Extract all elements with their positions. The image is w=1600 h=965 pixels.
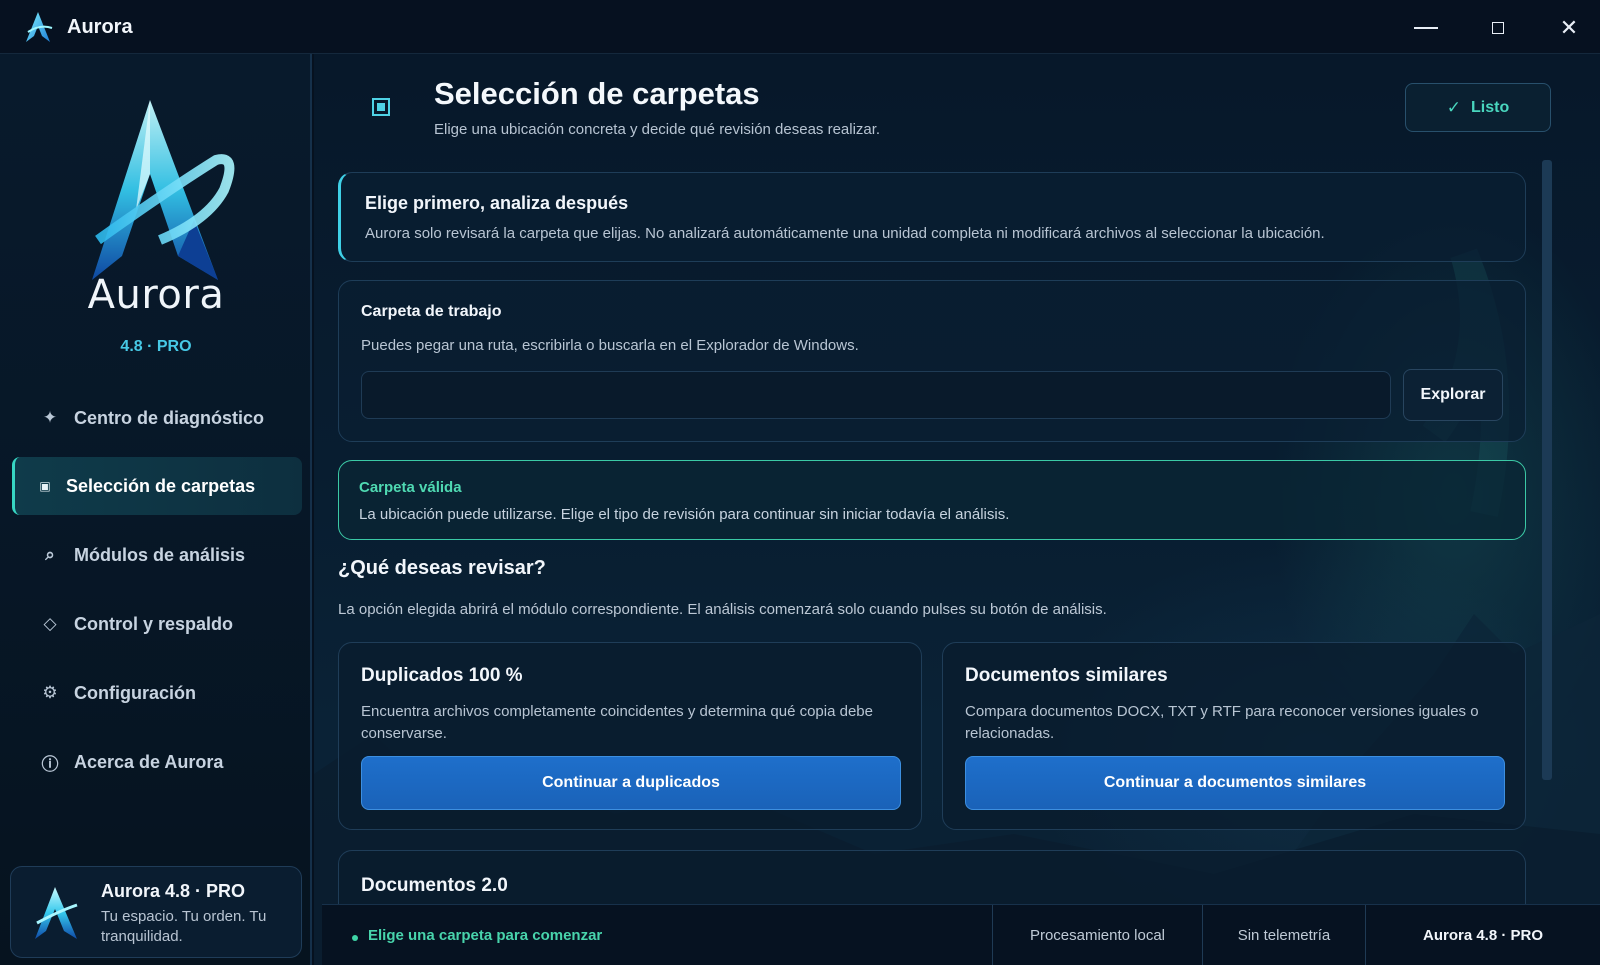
sidebar-item-label: Control y respaldo: [74, 613, 234, 634]
gear-icon: ⚙: [42, 683, 58, 702]
validation-text: La ubicación puede utilizarse. Elige el …: [359, 506, 1010, 523]
check-icon: ✓: [1446, 97, 1462, 117]
option-title: Duplicados 100 %: [361, 665, 523, 686]
maximize-icon: [1492, 22, 1504, 34]
minimize-icon: [1414, 27, 1438, 29]
done-button-label: Listo: [1471, 98, 1510, 116]
validation-title: Carpeta válida: [359, 479, 462, 496]
scrollbar[interactable]: [1542, 160, 1552, 780]
review-help: La opción elegida abrirá el módulo corre…: [338, 601, 1107, 618]
info-text: Aurora solo revisará la carpeta que elij…: [365, 225, 1325, 242]
folder-label: Carpeta de trabajo: [361, 303, 502, 320]
close-button[interactable]: ✕: [1549, 12, 1589, 44]
validation-panel: Carpeta válida La ubicación puede utiliz…: [338, 460, 1526, 540]
info-icon: ⓘ: [41, 754, 59, 774]
sidebar-item-control[interactable]: ◇ Control y respaldo: [12, 595, 302, 653]
sidebar-item-configuracion[interactable]: ⚙ Configuración: [12, 664, 302, 722]
browse-button[interactable]: Explorar: [1403, 369, 1503, 421]
sidebar-item-seleccion-carpetas[interactable]: ▣ Selección de carpetas: [12, 457, 302, 515]
page-title: Selección de carpetas: [434, 76, 760, 111]
sidebar-version: 4.8 · PRO: [120, 338, 192, 355]
option-title: Documentos 2.0: [361, 875, 508, 896]
search-icon: ⌕: [45, 545, 55, 564]
minimize-button[interactable]: [1406, 12, 1446, 44]
maximize-button[interactable]: [1478, 12, 1518, 44]
page-header-icon: [372, 98, 390, 116]
continue-duplicados-button[interactable]: Continuar a duplicados: [361, 756, 901, 810]
status-version: Aurora 4.8 · PRO: [1365, 905, 1600, 965]
review-question: ¿Qué deseas revisar?: [338, 557, 546, 579]
status-dot-icon: [352, 935, 358, 941]
aurora-logo-icon: [26, 12, 53, 42]
sidebar-item-label: Acerca de Aurora: [74, 751, 224, 772]
main-content: Selección de carpetas Elige una ubicació…: [314, 54, 1600, 965]
sidebar-item-label: Centro de diagnóstico: [74, 407, 265, 428]
info-title: Elige primero, analiza después: [365, 193, 629, 213]
done-button[interactable]: ✓ Listo: [1405, 83, 1551, 132]
close-icon: ✕: [1559, 15, 1579, 40]
diamond-icon: ◇: [43, 614, 57, 633]
product-card-title: Aurora 4.8 · PRO: [101, 881, 246, 901]
folder-square-icon: ▣: [39, 479, 51, 493]
option-card-documentos-similares: Documentos similares Compara documentos …: [942, 642, 1526, 830]
sidebar-item-diagnostico[interactable]: ✦ Centro de diagnóstico: [12, 389, 302, 447]
sparkle-icon: ✦: [42, 408, 58, 427]
option-description: Encuentra archivos completamente coincid…: [361, 703, 873, 742]
info-panel: Elige primero, analiza después Aurora so…: [338, 172, 1526, 262]
status-bar: Elige una carpeta para comenzar Procesam…: [322, 904, 1600, 965]
sidebar-item-modulos[interactable]: ⌕ Módulos de análisis: [12, 526, 302, 584]
folder-panel: Carpeta de trabajo Puedes pegar una ruta…: [338, 280, 1526, 442]
continue-documentos-similares-button[interactable]: Continuar a documentos similares: [965, 756, 1505, 810]
status-no-telemetry: Sin telemetría: [1202, 905, 1365, 965]
aurora-logo-large-icon: [92, 100, 235, 280]
title-bar: Aurora ✕: [0, 0, 1600, 54]
sidebar-brand: Aurora: [87, 272, 225, 318]
option-title: Documentos similares: [965, 665, 1168, 686]
product-card-subtitle: Tu espacio. Tu orden. Tu tranquilidad.: [101, 908, 267, 945]
status-local-processing: Procesamiento local: [992, 905, 1202, 965]
sidebar-item-label: Selección de carpetas: [66, 475, 256, 496]
sidebar-item-label: Módulos de análisis: [74, 544, 246, 565]
sidebar-item-label: Configuración: [74, 682, 196, 703]
status-message: Elige una carpeta para comenzar: [368, 927, 603, 944]
option-card-duplicados: Duplicados 100 % Encuentra archivos comp…: [338, 642, 922, 830]
app-title: Aurora: [67, 16, 133, 38]
aurora-logo-small-icon: [35, 887, 78, 939]
option-description: Compara documentos DOCX, TXT y RTF para …: [965, 703, 1479, 742]
sidebar: Aurora 4.8 · PRO ✦ Centro de diagnóstico…: [0, 54, 312, 965]
sidebar-product-card: Aurora 4.8 · PRO Tu espacio. Tu orden. T…: [10, 866, 302, 958]
sidebar-item-acerca[interactable]: ⓘ Acerca de Aurora: [12, 733, 302, 791]
folder-help: Puedes pegar una ruta, escribirla o busc…: [361, 337, 859, 354]
page-subtitle: Elige una ubicación concreta y decide qu…: [434, 121, 881, 138]
folder-path-input[interactable]: [361, 371, 1391, 419]
